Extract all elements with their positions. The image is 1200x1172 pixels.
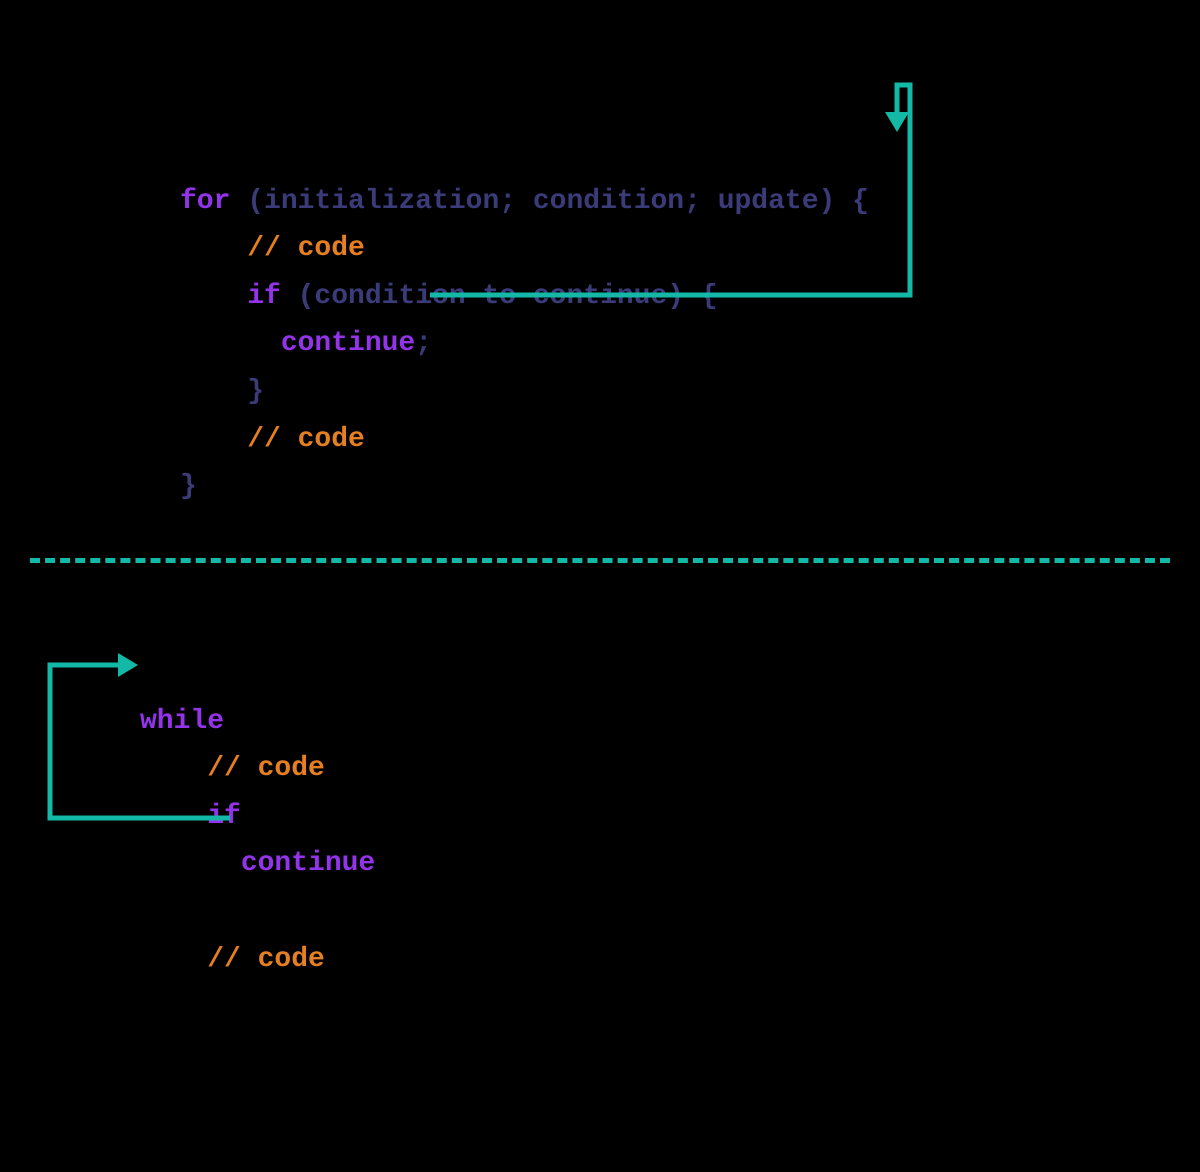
for-header: (initialization; condition; update) {	[230, 186, 869, 217]
while-arrowhead-icon	[118, 653, 138, 677]
continue-keyword-2: continue	[140, 848, 375, 879]
if-close-1: }	[180, 376, 264, 407]
for-loop-code: for (initialization; condition; update) …	[180, 130, 869, 511]
if-keyword-2: if	[140, 801, 241, 832]
for-comment-1: // code	[180, 233, 365, 264]
if-condition-1: (condition to continue) {	[281, 281, 718, 312]
continue-keyword-1: continue	[180, 328, 415, 359]
while-comment-2: // code	[140, 944, 325, 975]
for-close: }	[180, 471, 197, 502]
continue-semicolon: ;	[415, 328, 432, 359]
blank-line	[140, 896, 157, 927]
while-loop-code: while // code if continue // code	[140, 650, 375, 983]
if-keyword-1: if	[180, 281, 281, 312]
section-divider	[30, 558, 1170, 563]
while-keyword: while	[140, 706, 224, 737]
for-arrowhead-icon	[885, 112, 909, 132]
while-comment-1: // code	[140, 753, 325, 784]
for-keyword: for	[180, 186, 230, 217]
for-comment-2: // code	[180, 424, 365, 455]
